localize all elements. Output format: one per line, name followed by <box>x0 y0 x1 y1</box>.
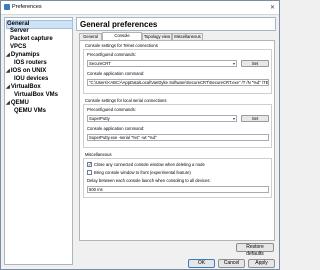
serial-command-input[interactable]: SuperPutty.exe -serial "%s" -wt "%d" <box>87 134 269 141</box>
sidebar-item-label: Dynamips <box>10 52 40 58</box>
sidebar-item-packet-capture[interactable]: Packet capture <box>10 36 53 42</box>
sidebar-item-label: IOS on UNIX <box>10 68 47 74</box>
sidebar-item-label: Packet capture <box>10 36 53 42</box>
sidebar-item-label: VPCS <box>10 44 27 50</box>
delay-spinbox[interactable]: 500 ms <box>87 186 269 193</box>
sidebar-item-label: VirtualBox <box>10 84 41 90</box>
expand-arrow-icon[interactable]: ◢ <box>6 68 10 74</box>
apply-button[interactable]: Apply <box>248 259 275 268</box>
sidebar-item-iou-devices[interactable]: IOU devices <box>14 76 48 82</box>
chevron-down-icon: ▾ <box>232 61 235 66</box>
telnet-preconfigured-value: SecureCRT <box>89 61 111 66</box>
cancel-button[interactable]: Cancel <box>218 259 245 268</box>
bring-to-front-label: Bring console window to front (experimen… <box>94 170 191 175</box>
sidebar-item-label: IOU devices <box>14 76 49 82</box>
telnet-group-label: Console settings for Telnet connections <box>85 43 158 48</box>
sidebar-item-qemu-vms[interactable]: QEMU VMs <box>14 108 46 114</box>
delay-label: Delay between each console launch when c… <box>87 178 211 183</box>
sidebar-item-ios-on-unix[interactable]: ◢IOS on UNIX <box>6 68 46 74</box>
misc-group: ✓ Close any connected console window whe… <box>83 158 272 198</box>
title-bar: Preferences ✕ <box>1 1 279 15</box>
sidebar-item-label: IOS routers <box>14 60 47 66</box>
close-console-label: Close any connected console window when … <box>94 162 205 167</box>
restore-defaults-button[interactable]: Restore defaults <box>236 243 274 257</box>
page-title-box: General preferences <box>76 17 276 31</box>
serial-preconfigured-label: Preconfigured commands: <box>87 107 136 112</box>
page-title: General preferences <box>80 20 158 29</box>
expand-arrow-icon[interactable]: ◢ <box>6 100 10 106</box>
expand-arrow-icon[interactable]: ◢ <box>6 84 10 90</box>
misc-group-label: Miscellaneous <box>85 152 112 157</box>
sidebar-item-label: Server <box>10 28 29 34</box>
serial-group: Preconfigured commands: SuperPutty ▾ Set… <box>83 104 272 148</box>
sidebar-item-qemu[interactable]: ◢QEMU <box>6 100 29 106</box>
telnet-command-label: Console application command: <box>87 71 145 76</box>
sidebar-item-label: QEMU <box>10 100 29 106</box>
telnet-group: Preconfigured commands: SecureCRT ▾ Set … <box>83 49 272 94</box>
preferences-icon <box>4 4 10 10</box>
serial-preconfigured-select[interactable]: SuperPutty ▾ <box>87 115 237 122</box>
telnet-command-input[interactable]: "C:\Users\<ABC>\AppData\Local\VanDyke So… <box>87 79 269 86</box>
sidebar-item-server[interactable]: Server <box>10 28 29 34</box>
close-icon[interactable]: ✕ <box>270 4 275 11</box>
tab-console-applications[interactable]: Console applications <box>102 32 142 44</box>
preferences-window: Preferences ✕ General Server Packet capt… <box>0 0 280 270</box>
sidebar-item-label: General <box>7 21 30 27</box>
serial-preconfigured-value: SuperPutty <box>89 116 110 121</box>
serial-set-button[interactable]: Set <box>241 115 269 122</box>
tab-general[interactable]: General <box>79 33 102 40</box>
tab-panel: Console settings for Telnet connections … <box>79 40 275 241</box>
sidebar-item-ios-routers[interactable]: IOS routers <box>14 60 47 66</box>
telnet-preconfigured-select[interactable]: SecureCRT ▾ <box>87 60 237 67</box>
serial-command-label: Console application command: <box>87 126 145 131</box>
sidebar-item-dynamips[interactable]: ◢Dynamips <box>6 52 40 58</box>
sidebar-item-label: VirtualBox VMs <box>14 92 58 98</box>
ok-button[interactable]: OK <box>188 259 215 268</box>
expand-arrow-icon[interactable]: ◢ <box>6 52 10 58</box>
telnet-preconfigured-label: Preconfigured commands: <box>87 52 136 57</box>
tab-topology-view[interactable]: Topology view <box>142 33 172 40</box>
sidebar-item-virtualbox[interactable]: ◢VirtualBox <box>6 84 41 90</box>
chevron-down-icon: ▾ <box>232 116 235 121</box>
preferences-sidebar: General Server Packet capture VPCS ◢Dyna… <box>4 17 73 265</box>
tab-miscellaneous[interactable]: Miscellaneous <box>172 33 203 40</box>
sidebar-item-vpcs[interactable]: VPCS <box>10 44 26 50</box>
bring-to-front-checkbox[interactable] <box>87 170 92 175</box>
telnet-set-button[interactable]: Set <box>241 60 269 67</box>
sidebar-item-label: QEMU VMs <box>14 108 47 114</box>
window-title: Preferences <box>12 4 42 10</box>
close-console-checkbox[interactable]: ✓ <box>87 162 92 167</box>
serial-group-label: Console settings for local serial connec… <box>85 98 167 103</box>
sidebar-item-virtualbox-vms[interactable]: VirtualBox VMs <box>14 92 58 98</box>
